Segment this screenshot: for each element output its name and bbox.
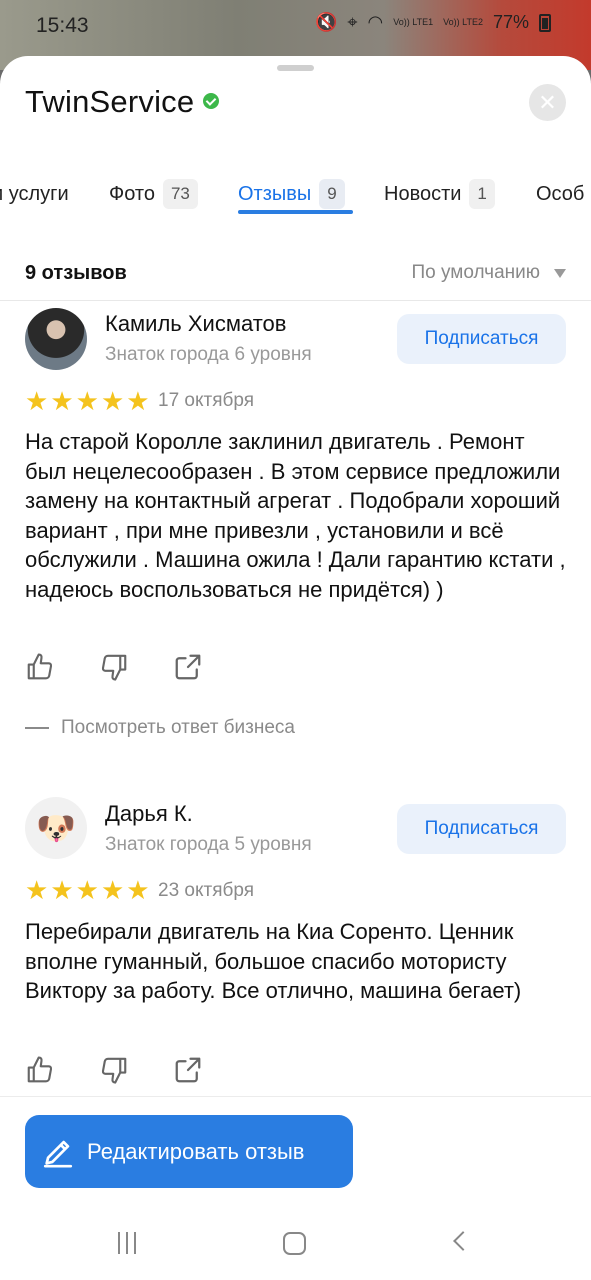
status-icons: 🔇 ⌖ ◠ Vo)) LTE1 Vo)) LTE2 77% (315, 12, 551, 33)
sim1-label: Vo)) LTE1 (393, 17, 434, 27)
share-icon[interactable] (173, 652, 203, 682)
dog-icon: 🐶 (36, 810, 76, 846)
rating-stars: ★ ★ ★ ★ ★ (25, 388, 150, 414)
star-icon: ★ (100, 386, 125, 416)
star-icon: ★ (126, 875, 150, 905)
sort-dropdown[interactable]: По умолчанию (411, 262, 566, 284)
star-icon: ★ (100, 875, 125, 905)
tab-label: Новости (384, 182, 462, 205)
sort-label: По умолчанию (411, 262, 541, 283)
dislike-icon[interactable] (99, 652, 129, 682)
view-business-answer[interactable]: Посмотреть ответ бизнеса (25, 717, 295, 739)
review-actions (25, 1055, 203, 1085)
sheet-handle[interactable] (277, 65, 314, 71)
review-author[interactable]: Дарья К. (105, 801, 193, 827)
star-icon: ★ (50, 386, 74, 416)
verified-icon (203, 93, 219, 109)
tab-label: Фото (109, 182, 155, 205)
edit-review-button[interactable]: Редактировать отзыв (25, 1115, 353, 1188)
tab-label: Отзывы (238, 182, 312, 205)
mute-icon: 🔇 (314, 12, 338, 32)
tab-features[interactable]: Особ (536, 174, 584, 214)
edit-review-label: Редактировать отзыв (87, 1138, 305, 1164)
battery-percent: 77% (492, 12, 529, 32)
tab-services[interactable]: и услуги (0, 174, 69, 214)
close-icon: ✕ (538, 89, 557, 115)
review-text: На старой Королле заклинил двигатель . Р… (25, 429, 566, 602)
tab-news[interactable]: Новости 1 (384, 174, 495, 214)
share-icon[interactable] (173, 1055, 203, 1085)
divider (0, 300, 591, 301)
star-icon: ★ (25, 386, 49, 416)
location-icon: ⌖ (347, 12, 358, 32)
dash-icon (25, 727, 49, 729)
star-icon: ★ (25, 875, 49, 905)
star-icon: ★ (75, 386, 99, 416)
like-icon[interactable] (25, 652, 55, 682)
review-date: 17 октября (158, 390, 255, 411)
tab-active-indicator (238, 210, 353, 214)
tab-label: Особ (536, 182, 585, 205)
review-text: Перебирали двигатель на Киа Соренто. Цен… (25, 919, 522, 1003)
home-button[interactable] (283, 1232, 306, 1255)
avatar[interactable]: 🐶 (25, 797, 87, 859)
like-icon[interactable] (25, 1055, 55, 1085)
tab-count: 1 (469, 179, 495, 209)
answer-label: Посмотреть ответ бизнеса (61, 717, 296, 738)
sim2-label: Vo)) LTE2 (443, 17, 483, 27)
star-icon: ★ (126, 386, 150, 416)
wifi-icon: ◠ (367, 12, 384, 32)
tab-label: и услуги (0, 182, 69, 205)
tab-count: 9 (319, 179, 345, 209)
star-icon: ★ (75, 875, 99, 905)
pencil-icon (43, 1140, 73, 1168)
subscribe-button[interactable]: Подписаться (397, 804, 566, 854)
tab-reviews[interactable]: Отзывы 9 (238, 174, 345, 214)
chevron-down-icon (554, 268, 566, 278)
avatar[interactable] (25, 308, 87, 370)
battery-icon (539, 13, 551, 32)
reviews-count: 9 отзывов (25, 262, 127, 284)
star-icon: ★ (50, 875, 74, 905)
tab-photos[interactable]: Фото 73 (109, 174, 198, 214)
subscribe-button[interactable]: Подписаться (397, 314, 566, 364)
dislike-icon[interactable] (99, 1055, 129, 1085)
status-time: 15:43 (36, 14, 89, 37)
review-author[interactable]: Камиль Хисматов (105, 311, 286, 337)
rating-stars: ★ ★ ★ ★ ★ (25, 877, 150, 903)
review-author-level: Знаток города 5 уровня (105, 834, 312, 855)
recent-apps-button[interactable] (118, 1232, 136, 1254)
review-actions (25, 652, 203, 682)
review-author-level: Знаток города 6 уровня (105, 344, 312, 365)
tabs-bar: и услуги Фото 73 Отзывы 9 Новости 1 Особ (0, 112, 591, 209)
tab-count: 73 (162, 179, 198, 209)
review-date: 23 октября (158, 880, 255, 901)
